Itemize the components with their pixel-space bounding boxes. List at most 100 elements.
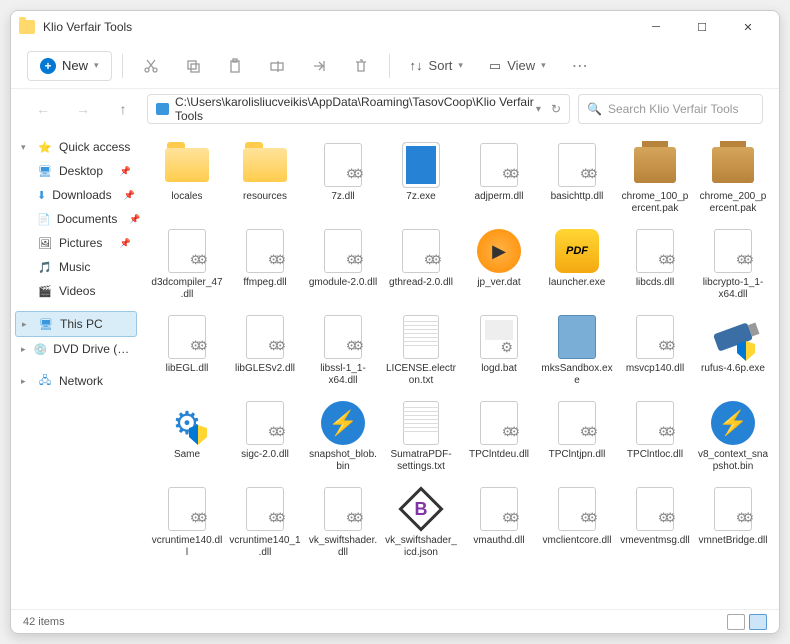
delete-button[interactable] [343, 48, 379, 84]
back-button[interactable]: ← [27, 93, 59, 125]
sort-button[interactable]: ↑↓ Sort ▾ [400, 52, 473, 79]
file-icon [241, 227, 289, 275]
new-button[interactable]: + New ▾ [27, 51, 112, 81]
cut-button[interactable] [133, 48, 169, 84]
share-button[interactable] [301, 48, 337, 84]
sidebar-music[interactable]: 🎵Music [15, 255, 137, 279]
file-icon: ⚡ [319, 399, 367, 447]
file-item[interactable]: libGLESv2.dll [227, 309, 303, 391]
more-button[interactable]: ⋯ [562, 48, 598, 84]
file-item[interactable]: vcruntime140.dll [149, 481, 225, 563]
file-item[interactable]: LICENSE.electron.txt [383, 309, 459, 391]
file-item[interactable]: libEGL.dll [149, 309, 225, 391]
file-item[interactable]: rufus-4.6p.exe [695, 309, 771, 391]
file-icon [241, 141, 289, 189]
file-item[interactable]: basichttp.dll [539, 137, 615, 219]
file-item[interactable]: SumatraPDF-settings.txt [383, 395, 459, 477]
paste-button[interactable] [217, 48, 253, 84]
file-item[interactable]: TPClntloc.dll [617, 395, 693, 477]
file-grid[interactable]: locales resources 7z.dll7z.exeadjperm.dllb… [141, 129, 779, 609]
chevron-down-icon[interactable]: ▾ [536, 104, 541, 115]
desktop-icon: 🖥 [37, 163, 53, 179]
file-item[interactable]: libcds.dll [617, 223, 693, 305]
sidebar-network[interactable]: ▸🖧Network [15, 369, 137, 393]
address-path[interactable]: C:\Users\karolisliucveikis\AppData\Roami… [147, 94, 570, 124]
statusbar: 42 items [11, 609, 779, 633]
minimize-button[interactable]: ─ [633, 11, 679, 43]
file-name: libEGL.dll [166, 363, 209, 375]
file-item[interactable]: 7z.exe [383, 137, 459, 219]
file-item[interactable]: sigc-2.0.dll [227, 395, 303, 477]
refresh-button[interactable]: ↻ [551, 102, 561, 116]
file-item[interactable]: vmauthd.dll [461, 481, 537, 563]
addressbar: ← → ↑ C:\Users\karolisliucveikis\AppData… [11, 89, 779, 129]
file-item[interactable]: ⚡snapshot_blob.bin [305, 395, 381, 477]
file-name: v8_context_snapshot.bin [697, 449, 769, 473]
titlebar[interactable]: Klio Verfair Tools ─ ☐ ✕ [11, 11, 779, 43]
maximize-button[interactable]: ☐ [679, 11, 725, 43]
file-item[interactable]: gmodule-2.0.dll [305, 223, 381, 305]
up-button[interactable]: ↑ [107, 93, 139, 125]
copy-button[interactable] [175, 48, 211, 84]
icons-view-button[interactable] [749, 614, 767, 630]
path-text: C:\Users\karolisliucveikis\AppData\Roami… [175, 95, 536, 123]
file-item[interactable]: vmclientcore.dll [539, 481, 615, 563]
file-item[interactable]: vmnetBridge.dll [695, 481, 771, 563]
file-item[interactable]: TPClntjpn.dll [539, 395, 615, 477]
picture-icon: 🖼 [37, 235, 53, 251]
sidebar-quick-access[interactable]: ▾⭐Quick access [15, 135, 137, 159]
file-item[interactable]: chrome_100_percent.pak [617, 137, 693, 219]
sidebar-downloads[interactable]: ⬇Downloads📌 [15, 183, 137, 207]
file-icon [163, 313, 211, 361]
file-name: libcrypto-1_1-x64.dll [697, 277, 769, 301]
file-name: launcher.exe [549, 277, 606, 289]
file-item[interactable]: Bvk_swiftshader_icd.json [383, 481, 459, 563]
sidebar-documents[interactable]: 📄Documents📌 [15, 207, 137, 231]
file-item[interactable]: TPClntdeu.dll [461, 395, 537, 477]
file-item[interactable]: adjperm.dll [461, 137, 537, 219]
file-item[interactable]: vmeventmsg.dll [617, 481, 693, 563]
star-icon: ⭐ [37, 139, 53, 155]
file-icon [475, 313, 523, 361]
sidebar: ▾⭐Quick access 🖥Desktop📌 ⬇Downloads📌 📄Do… [11, 129, 141, 609]
file-item[interactable]: libssl-1_1-x64.dll [305, 309, 381, 391]
file-item[interactable]: ⚙Same [149, 395, 225, 477]
file-item[interactable]: PDFlauncher.exe [539, 223, 615, 305]
forward-button[interactable]: → [67, 93, 99, 125]
file-item[interactable]: ▶jp_ver.dat [461, 223, 537, 305]
file-icon [553, 485, 601, 533]
close-button[interactable]: ✕ [725, 11, 771, 43]
view-button[interactable]: ▭ View ▾ [479, 52, 556, 80]
file-item[interactable]: d3dcompiler_47.dll [149, 223, 225, 305]
file-item[interactable]: ⚡v8_context_snapshot.bin [695, 395, 771, 477]
file-name: resources [243, 191, 287, 203]
file-item[interactable]: mksSandbox.exe [539, 309, 615, 391]
file-icon [709, 141, 757, 189]
file-item[interactable]: chrome_200_percent.pak [695, 137, 771, 219]
pin-icon: 📌 [124, 190, 135, 201]
file-item[interactable]: 7z.dll [305, 137, 381, 219]
sidebar-videos[interactable]: 🎬Videos [15, 279, 137, 303]
details-view-button[interactable] [727, 614, 745, 630]
sidebar-dvd[interactable]: ▸💿DVD Drive (D:) CCCC [15, 337, 137, 361]
file-item[interactable]: libcrypto-1_1-x64.dll [695, 223, 771, 305]
file-item[interactable]: ffmpeg.dll [227, 223, 303, 305]
file-item[interactable]: vk_swiftshader.dll [305, 481, 381, 563]
file-icon [319, 141, 367, 189]
search-input[interactable]: 🔍 Search Klio Verfair Tools [578, 94, 763, 124]
file-item[interactable]: vcruntime140_1.dll [227, 481, 303, 563]
sidebar-pictures[interactable]: 🖼Pictures📌 [15, 231, 137, 255]
item-count: 42 items [23, 616, 65, 628]
file-item[interactable]: logd.bat [461, 309, 537, 391]
file-icon [163, 227, 211, 275]
file-name: TPClntdeu.dll [469, 449, 529, 461]
file-item[interactable]: locales [149, 137, 225, 219]
file-item[interactable]: gthread-2.0.dll [383, 223, 459, 305]
file-item[interactable]: msvcp140.dll [617, 309, 693, 391]
file-item[interactable]: resources [227, 137, 303, 219]
rename-button[interactable] [259, 48, 295, 84]
sidebar-this-pc[interactable]: ▸🖥This PC [15, 311, 137, 337]
pin-icon: 📌 [120, 238, 131, 249]
sidebar-desktop[interactable]: 🖥Desktop📌 [15, 159, 137, 183]
file-name: d3dcompiler_47.dll [151, 277, 223, 301]
